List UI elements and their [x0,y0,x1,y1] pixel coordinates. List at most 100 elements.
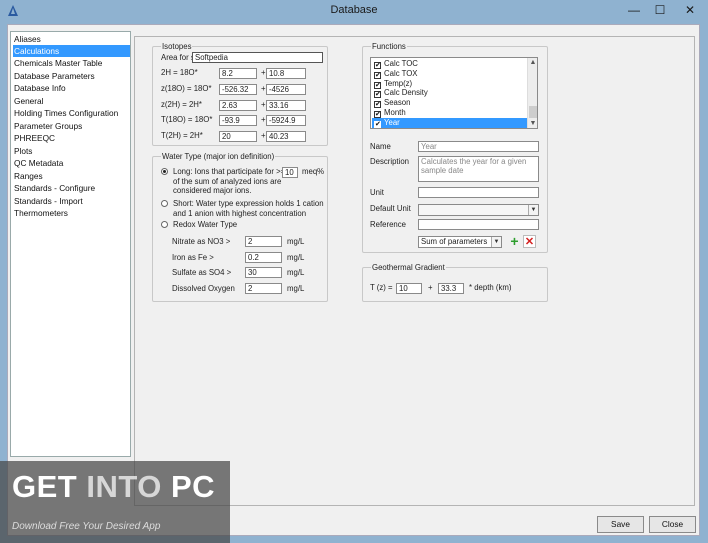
isotope-t2h-slope-input[interactable]: 20 [219,131,257,142]
nitrate-label: Nitrate as NO3 > [172,237,231,246]
watermark-get: GET [12,469,87,504]
sidebar-item-parameter-groups[interactable]: Parameter Groups [13,120,130,132]
oxygen-label: Dissolved Oxygen [172,284,235,293]
function-label: Calc TOX [384,69,418,78]
scroll-down-icon[interactable]: ▼ [528,119,538,128]
functions-scrollbar[interactable]: ▲ ▼ [527,58,537,128]
isotope-2h-intercept-input[interactable]: 10.8 [266,68,306,79]
checkbox-checked-icon[interactable]: ✔ [374,121,381,128]
long-description-3: considered major ions. [173,186,252,195]
plus-label: + [261,68,266,77]
functions-legend: Functions [371,42,407,51]
description-input[interactable]: Calculates the year for a given sample d… [418,156,539,182]
close-window-button[interactable]: ✕ [673,0,707,20]
nitrate-unit: mg/L [287,237,305,246]
name-label: Name [370,142,391,151]
sulfate-label: Sulfate as SO4 > [172,268,232,277]
save-button[interactable]: Save [597,516,644,533]
method-select[interactable]: Sum of parameters ▼ [418,236,502,248]
sidebar-item-aliases[interactable]: Aliases [13,33,130,45]
short-radio[interactable] [161,200,168,207]
window-title: Database [330,4,378,16]
scroll-thumb[interactable] [529,106,537,118]
delete-icon[interactable]: ✕ [523,235,536,248]
function-label: Month [384,108,406,117]
nitrate-input[interactable]: 2 [245,236,282,247]
isotope-row-label: T(2H) = 2H* [161,131,203,140]
plus-label: + [261,84,266,93]
chevron-down-icon[interactable]: ▼ [491,237,501,247]
isotope-z18o-slope-input[interactable]: -526.32 [219,84,257,95]
isotope-z18o-intercept-input[interactable]: -4526 [266,84,306,95]
long-threshold-input[interactable]: 10 [282,167,298,178]
depth-label: * depth (km) [469,283,512,292]
isotope-t2h-intercept-input[interactable]: 40.23 [266,131,306,142]
list-item[interactable]: ✔ Calc Density [372,88,527,98]
list-item[interactable]: ✔ Calc TOC [372,59,527,69]
checkbox-checked-icon[interactable]: ✔ [374,91,381,98]
list-item[interactable]: ✔ Calc TOX [372,69,527,79]
functions-list[interactable]: ✔ Calc TOC ✔ Calc TOX ✔ Temp(z) ✔ Calc Densi… [370,57,538,129]
isotope-row-label: 2H = 18O* [161,68,198,77]
iron-label: Iron as Fe > [172,253,214,262]
plus-label: + [261,100,266,109]
checkbox-checked-icon[interactable]: ✔ [374,111,381,118]
watermark-tagline: Download Free Your Desired App [12,521,161,532]
watermark-pc: PC [161,469,216,504]
sidebar-item-database-info[interactable]: Database Info [13,82,130,94]
name-input[interactable]: Year [418,141,539,152]
list-item[interactable]: ✔ Month [372,108,527,118]
sidebar-item-thermometers[interactable]: Thermometers [13,207,130,219]
geothermal-gradient-input[interactable]: 33.3 [438,283,464,294]
checkbox-checked-icon[interactable]: ✔ [374,62,381,69]
maximize-button[interactable]: ☐ [647,0,673,20]
sidebar-item-general[interactable]: General [13,95,130,107]
iron-input[interactable]: 0.2 [245,252,282,263]
function-label: Temp(z) [384,79,413,88]
sidebar-item-calculations[interactable]: Calculations [13,45,130,57]
sidebar-item-database-parameters[interactable]: Database Parameters [13,70,130,82]
isotope-row-label: z(2H) = 2H* [161,100,202,109]
oxygen-unit: mg/L [287,284,305,293]
chevron-down-icon[interactable]: ▼ [528,205,538,215]
isotopes-legend: Isotopes [161,42,193,51]
geothermal-legend: Geothermal Gradient [371,263,446,272]
sidebar-item-phreeqc[interactable]: PHREEQC [13,132,130,144]
plus-label: + [261,115,266,124]
reference-input[interactable] [418,219,539,230]
unit-input[interactable] [418,187,539,198]
list-item[interactable]: ✔ Season [372,98,527,108]
isotope-row-label: T(18O) = 18O* [161,115,213,124]
isotope-z2h-intercept-input[interactable]: 33.16 [266,100,306,111]
checkbox-checked-icon[interactable]: ✔ [374,72,381,79]
isotope-z2h-slope-input[interactable]: 2.63 [219,100,257,111]
redox-radio[interactable] [161,221,168,228]
sulfate-input[interactable]: 30 [245,267,282,278]
sidebar-item-plots[interactable]: Plots [13,145,130,157]
sidebar-item-standards-import[interactable]: Standards - Import [13,195,130,207]
sidebar-item-qc-metadata[interactable]: QC Metadata [13,157,130,169]
isotope-t18o-slope-input[interactable]: -93.9 [219,115,257,126]
iron-unit: mg/L [287,253,305,262]
close-button[interactable]: Close [649,516,696,533]
default-unit-label: Default Unit [370,204,411,213]
minimize-button[interactable]: — [621,0,647,20]
isotope-t18o-intercept-input[interactable]: -5924.9 [266,115,306,126]
long-radio[interactable] [161,168,168,175]
sidebar-item-standards-configure[interactable]: Standards - Configure [13,182,130,194]
list-item[interactable]: ✔ Year [372,118,527,128]
default-unit-select[interactable]: ▼ [418,204,539,216]
t-z-label: T (z) = [370,283,393,292]
isotope-2h-slope-input[interactable]: 8.2 [219,68,257,79]
sidebar-item-ranges[interactable]: Ranges [13,170,130,182]
checkbox-checked-icon[interactable]: ✔ [374,101,381,108]
add-icon[interactable]: + [508,234,521,248]
area-input[interactable]: Softpedia [192,52,323,63]
sidebar-item-chemicals-master-table[interactable]: Chemicals Master Table [13,57,130,69]
geothermal-intercept-input[interactable]: 10 [396,283,422,294]
plus-label: + [428,283,433,292]
scroll-up-icon[interactable]: ▲ [528,58,538,67]
long-unit-label: meq% [302,167,325,176]
oxygen-input[interactable]: 2 [245,283,282,294]
sidebar-item-holding-times[interactable]: Holding Times Configuration [13,107,130,119]
